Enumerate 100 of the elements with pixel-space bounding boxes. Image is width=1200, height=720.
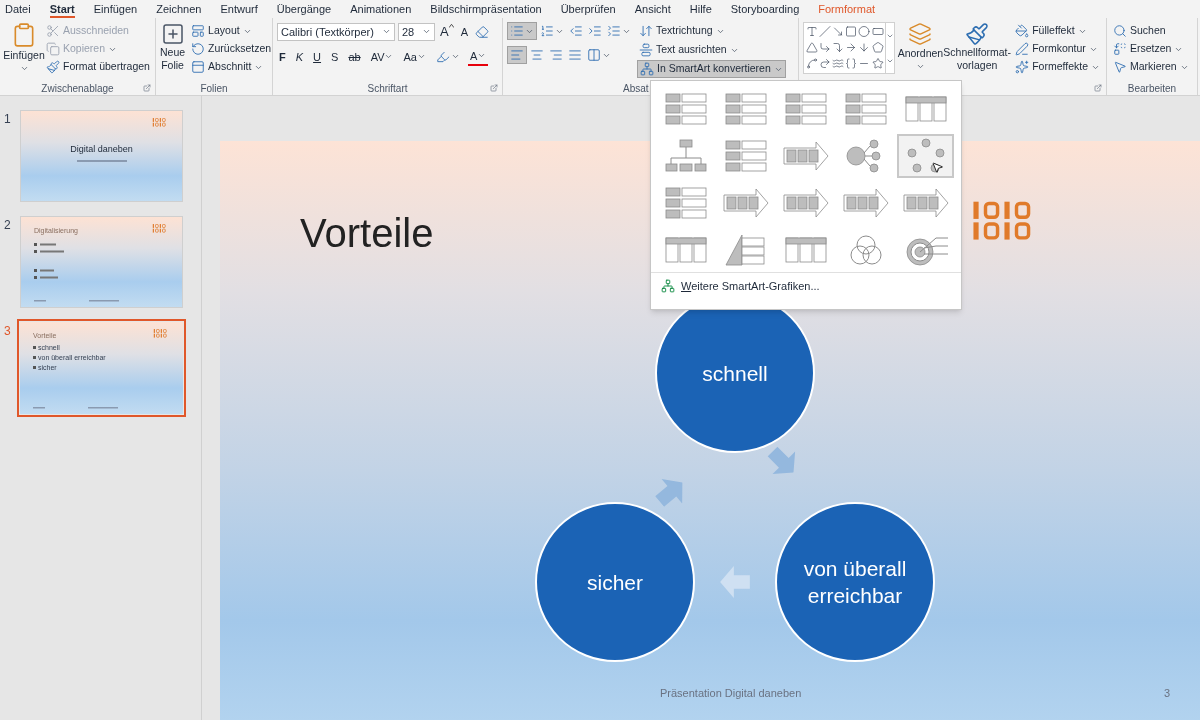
rounded-rectangle-icon[interactable] <box>871 25 884 38</box>
elbow-arrow-icon[interactable] <box>832 41 845 54</box>
smartart-layout-option[interactable] <box>897 134 954 178</box>
ribbon-tab[interactable]: Ansicht <box>634 1 671 18</box>
page-number: 3 <box>1164 686 1171 701</box>
rectangle-icon[interactable] <box>845 25 858 38</box>
search-icon <box>1113 24 1127 38</box>
find-button[interactable]: Suchen <box>1111 22 1191 40</box>
shape-effects-button[interactable]: Formeffekte <box>1013 58 1102 76</box>
copy-icon <box>46 42 60 56</box>
ribbon-tab[interactable]: Datei <box>5 1 31 18</box>
pentagon-icon[interactable] <box>871 41 884 54</box>
format-painter-button[interactable]: Format übertragen <box>44 58 152 76</box>
more-smartart-link[interactable]: Weitere SmartArt-Grafiken... <box>681 277 820 295</box>
shrink-font-button[interactable]: A <box>458 23 470 40</box>
freeform-icon[interactable] <box>806 57 818 70</box>
bullet-icon <box>33 356 36 359</box>
subtitle-line-drawing <box>76 159 127 162</box>
strikethrough-button[interactable]: ab <box>346 48 363 65</box>
up-caret-icon <box>448 24 454 28</box>
ribbon-tab[interactable]: Hilfe <box>689 1 712 18</box>
slide-title: Vorteile <box>300 210 434 257</box>
change-case-button[interactable]: Aa <box>401 48 428 65</box>
layout-icon <box>191 24 206 38</box>
group-label: Folien <box>200 81 228 96</box>
ribbon-tab[interactable]: Übergänge <box>276 1 332 18</box>
ribbon-tab[interactable]: Entwurf <box>220 1 258 18</box>
convert-to-smartart-button[interactable]: In SmartArt konvertieren <box>637 60 786 78</box>
arrange-icon <box>908 22 933 46</box>
bullets-button[interactable] <box>507 22 537 40</box>
star-icon[interactable] <box>871 57 884 70</box>
dialog-launcher-icon[interactable] <box>143 84 151 92</box>
triangle-icon[interactable] <box>806 41 818 54</box>
text-direction-button[interactable]: Textrichtung <box>637 22 786 40</box>
line-spacing-icon <box>607 24 621 38</box>
pointer-icon <box>1113 60 1127 74</box>
group-label: Schriftart <box>367 81 408 96</box>
dialog-launcher-icon[interactable] <box>1094 84 1102 92</box>
shapes-gallery[interactable] <box>803 22 895 74</box>
font-name-dropdown[interactable]: Calibri (Textkörper) <box>277 22 395 41</box>
shape-outline-button[interactable]: Formkontur <box>1013 40 1102 58</box>
slide-thumbnail[interactable]: Digital daneben <box>20 110 183 202</box>
shadow-button[interactable]: S <box>329 48 341 65</box>
grow-font-button[interactable]: A <box>438 22 456 42</box>
bullet-icon <box>33 366 36 369</box>
alignment-icon <box>549 48 563 62</box>
ribbon-tab[interactable]: Storyboarding <box>730 1 800 18</box>
alignment-button[interactable] <box>507 46 527 64</box>
new-slide-icon <box>160 22 185 46</box>
ribbon-tab[interactable]: Formformat <box>818 1 876 18</box>
section-icon <box>191 60 206 74</box>
section-button[interactable]: Abschnitt <box>189 58 274 76</box>
oval-icon[interactable] <box>858 25 871 38</box>
braces-icon[interactable] <box>845 57 858 70</box>
character-spacing-button[interactable]: AV <box>368 48 396 65</box>
bullet-icon <box>33 346 36 349</box>
italic-button[interactable]: K <box>293 48 306 65</box>
scissors-icon <box>46 24 60 38</box>
bold-button[interactable]: F <box>277 48 288 65</box>
smartart-icon <box>661 279 675 293</box>
ribbon-tab[interactable]: Überprüfen <box>560 1 616 18</box>
shape-fill-button[interactable]: Fülleffekt <box>1013 22 1102 40</box>
slide-number: 3 <box>4 323 12 340</box>
logo <box>153 329 167 338</box>
arrange-button[interactable]: Anordnen <box>897 22 944 81</box>
group-label: Absat <box>623 81 649 96</box>
new-slide-button[interactable]: Neue Folie <box>160 22 186 81</box>
select-button[interactable]: Markieren <box>1111 58 1191 76</box>
ribbon-tab[interactable]: Zeichnen <box>156 1 202 18</box>
paint-bucket-icon <box>1015 24 1030 38</box>
replace-button[interactable]: Ersetzen <box>1111 40 1191 58</box>
right-arrow-icon[interactable] <box>845 41 858 54</box>
reset-button[interactable]: Zurücksetzen <box>189 40 274 58</box>
elbow-connector-icon[interactable] <box>819 41 832 54</box>
columns-icon <box>587 48 601 62</box>
font-size-dropdown[interactable]: 28 <box>398 22 435 41</box>
text-box-icon[interactable] <box>806 25 818 38</box>
group-label: Zwischenablage <box>41 81 114 96</box>
replace-icon <box>1113 42 1127 56</box>
underline-button[interactable]: U <box>311 48 324 65</box>
dialog-launcher-icon[interactable] <box>490 84 498 92</box>
down-arrow-icon[interactable] <box>858 41 871 54</box>
paste-button[interactable]: Einfügen <box>4 22 44 81</box>
logo <box>152 118 166 127</box>
alignment-icon <box>568 48 582 62</box>
logo <box>152 224 166 233</box>
reset-icon <box>191 42 206 56</box>
ribbon-tab[interactable]: Animationen <box>350 1 412 18</box>
layout-button[interactable]: Layout <box>189 22 274 40</box>
list-diagram-icon <box>782 91 830 127</box>
font-color-button[interactable]: A <box>467 47 489 66</box>
arrow-line-icon[interactable] <box>832 25 845 38</box>
curve-icon[interactable] <box>832 57 845 70</box>
ribbon-tab[interactable]: Bildschirmpräsentation <box>430 1 542 18</box>
ribbon-tab[interactable]: Einfügen <box>93 1 138 18</box>
highlighter-icon <box>435 49 450 64</box>
arc-icon[interactable] <box>819 57 832 70</box>
group-label: Bearbeiten <box>1127 81 1177 96</box>
align-text-button[interactable]: Text ausrichten <box>637 41 786 59</box>
slide-footer: Präsentation Digital daneben <box>660 685 802 702</box>
